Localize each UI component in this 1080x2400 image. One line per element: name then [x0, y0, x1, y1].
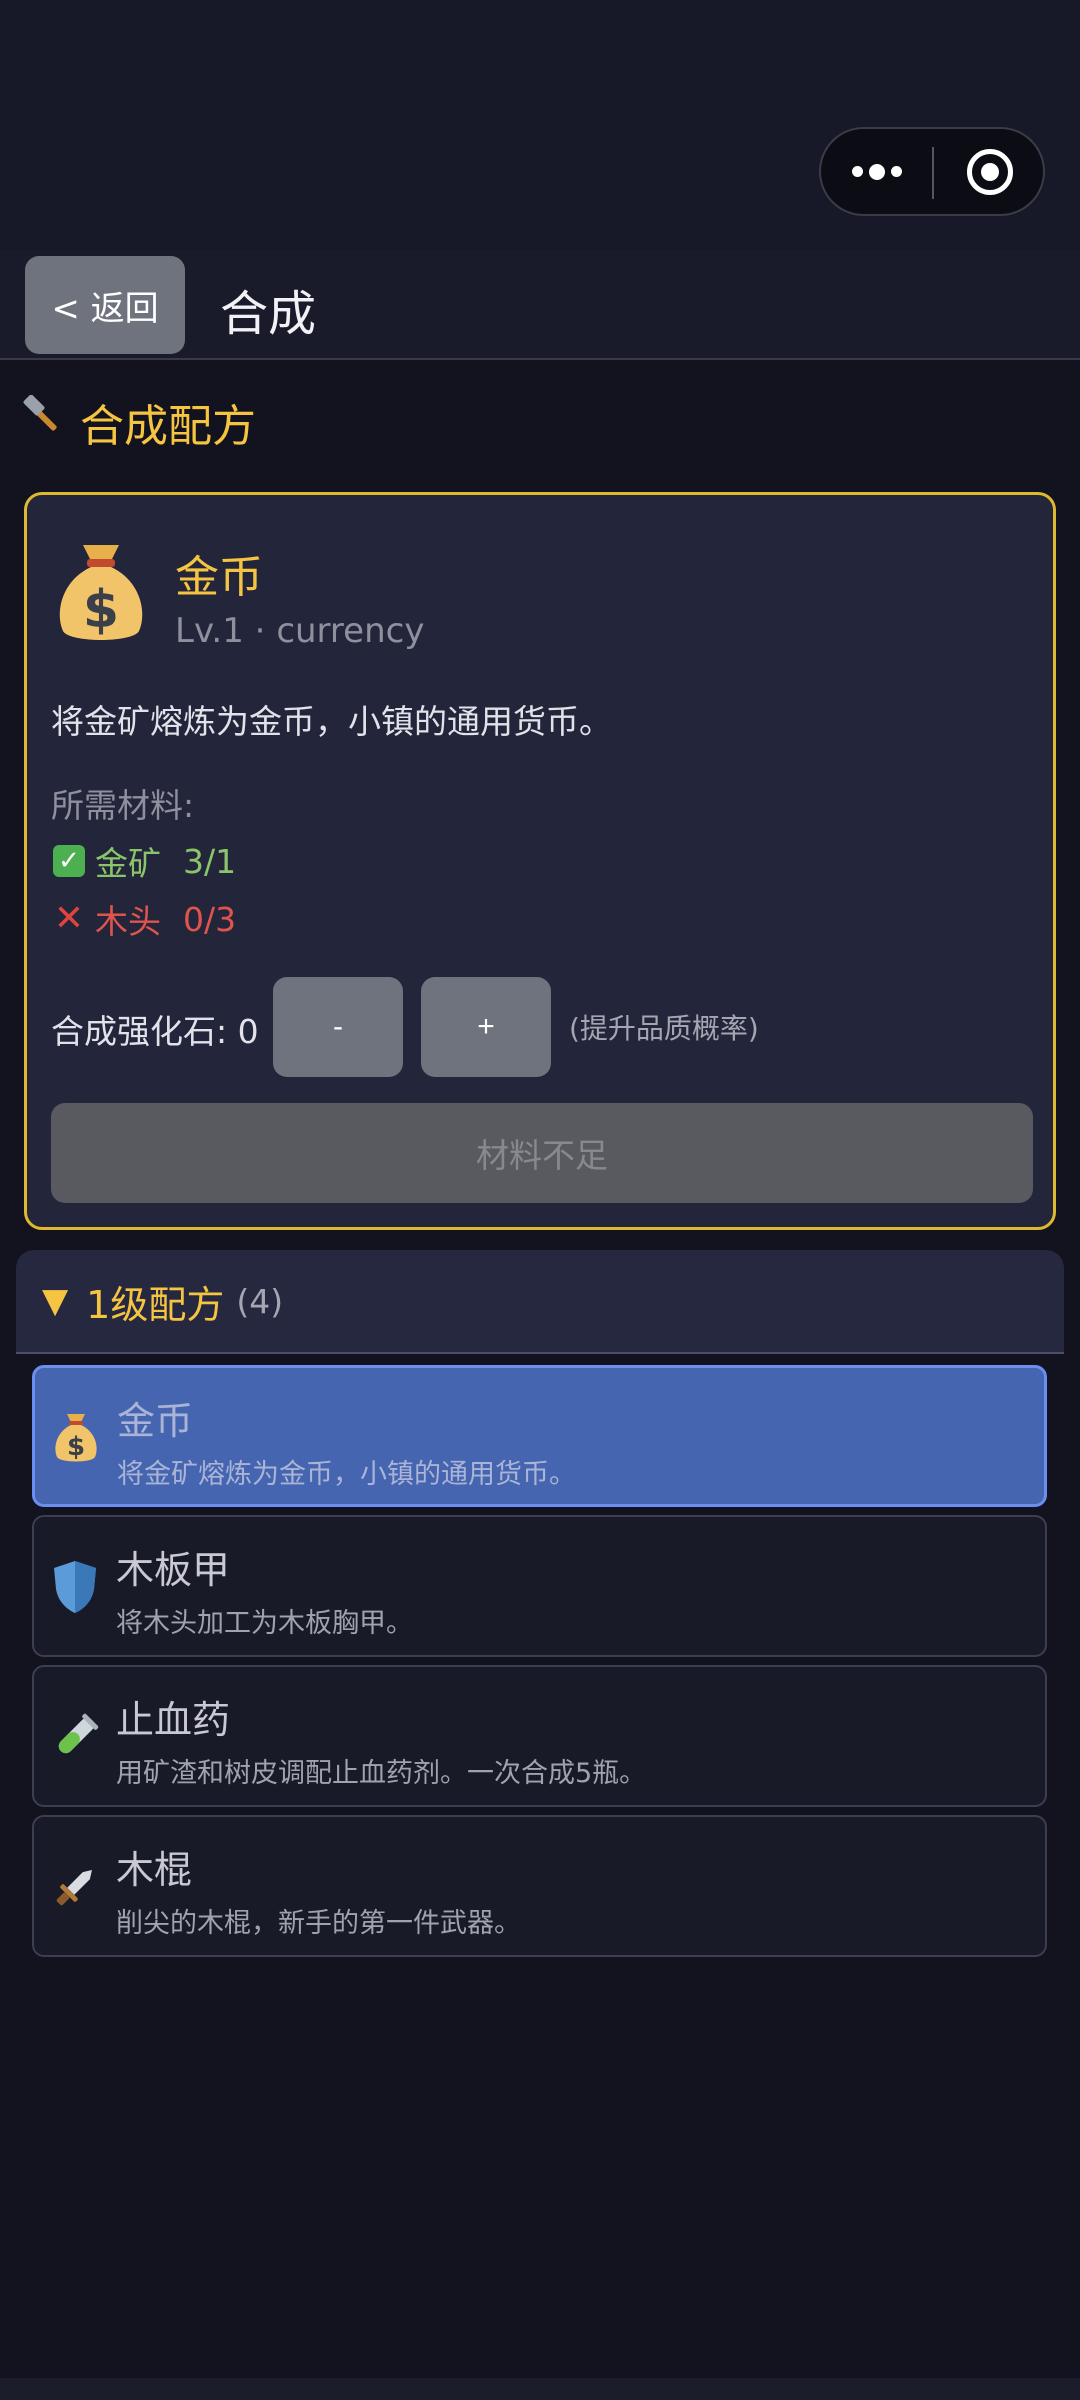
svg-text:$: $ — [83, 580, 119, 640]
material-row: ✓ 金矿 3/1 — [51, 837, 236, 885]
recipe-detail-card: $ 金币 Lv.1 · currency 将金矿熔炼为金币，小镇的通用货币。 所… — [24, 492, 1056, 1230]
svg-text:$: $ — [67, 1432, 85, 1462]
stone-increase-button[interactable]: + — [421, 977, 551, 1077]
meta-separator: · — [243, 611, 277, 651]
shield-icon — [48, 1557, 102, 1617]
section-title: 合成配方 — [80, 401, 256, 452]
bottom-safe-area — [0, 2378, 1080, 2400]
materials-label: 所需材料: — [51, 786, 195, 825]
stone-hint: (提升品质概率) — [569, 1012, 759, 1045]
recipe-name: 金币 — [117, 1399, 194, 1443]
dagger-icon — [48, 1857, 102, 1917]
target-icon — [966, 148, 1013, 195]
hammer-icon — [22, 394, 66, 449]
group-count: (4) — [236, 1281, 284, 1321]
collapse-arrow-icon: ▼ — [42, 1281, 69, 1321]
money-bag-icon: $ — [51, 537, 151, 649]
recipe-group-header[interactable]: ▼ 1级配方 (4) — [16, 1250, 1064, 1354]
recipe-name: 木板甲 — [116, 1548, 231, 1592]
more-dot-icon — [890, 166, 902, 177]
more-dot-icon — [851, 166, 863, 177]
group-title: 1级配方 — [86, 1282, 225, 1327]
recipe-item-wood-stick[interactable]: 木棍 削尖的木棍，新手的第一件武器。 — [32, 1815, 1047, 1957]
more-menu-button[interactable] — [821, 129, 932, 214]
mini-program-capsule — [819, 127, 1045, 216]
page-title: 合成 — [220, 286, 317, 342]
check-icon: ✓ — [51, 843, 87, 879]
close-program-button[interactable] — [934, 129, 1045, 214]
item-level: Lv.1 — [175, 611, 244, 651]
back-button[interactable]: < 返回 — [25, 256, 185, 354]
item-category: currency — [276, 611, 425, 651]
stone-decrease-button[interactable]: - — [273, 977, 403, 1077]
craft-button[interactable]: 材料不足 — [51, 1103, 1033, 1203]
status-area — [0, 0, 1080, 250]
recipe-description: 用矿渣和树皮调配止血药剂。一次合成5瓶。 — [116, 1758, 647, 1789]
material-name: 木头 — [95, 902, 161, 941]
material-row: ✕ 木头 0/3 — [51, 895, 236, 943]
recipe-name: 止血药 — [116, 1698, 231, 1742]
nav-header: < 返回 合成 — [0, 250, 1080, 360]
recipe-description: 将金矿熔炼为金币，小镇的通用货币。 — [117, 1459, 576, 1490]
recipe-item-healing-potion[interactable]: 止血药 用矿渣和树皮调配止血药剂。一次合成5瓶。 — [32, 1665, 1047, 1807]
enhance-stone-label: 合成强化石: 0 — [51, 1012, 259, 1051]
recipe-description: 削尖的木棍，新手的第一件武器。 — [116, 1908, 521, 1939]
test-tube-icon — [48, 1707, 102, 1767]
material-qty: 3/1 — [183, 841, 237, 881]
material-name: 金矿 — [95, 844, 161, 883]
money-bag-icon: $ — [49, 1408, 103, 1468]
item-description: 将金矿熔炼为金币，小镇的通用货币。 — [51, 702, 612, 741]
section-heading: 合成配方 — [22, 392, 256, 452]
item-name: 金币 — [175, 552, 263, 603]
cross-icon: ✕ — [53, 898, 85, 939]
recipe-name: 木棍 — [116, 1848, 193, 1892]
recipe-item-wood-armor[interactable]: 木板甲 将木头加工为木板胸甲。 — [32, 1515, 1047, 1657]
recipe-description: 将木头加工为木板胸甲。 — [116, 1608, 413, 1639]
more-dot-icon — [868, 163, 885, 180]
recipe-item-gold-coin[interactable]: $ 金币 将金矿熔炼为金币，小镇的通用货币。 — [32, 1365, 1047, 1507]
material-qty: 0/3 — [183, 899, 237, 939]
item-meta: Lv.1 · currency — [175, 611, 424, 651]
